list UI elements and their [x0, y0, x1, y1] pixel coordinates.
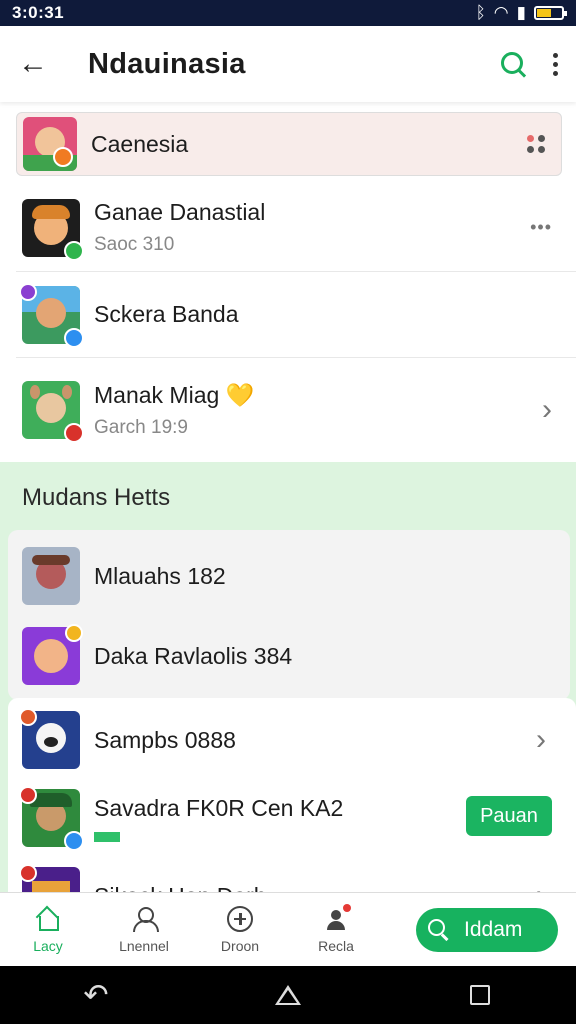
nav-item-channel[interactable]: Lnennel — [96, 906, 192, 954]
group-badge — [19, 864, 37, 882]
system-nav-bar: ↶ — [0, 966, 576, 1024]
status-badge — [64, 327, 84, 348]
more-horiz-icon[interactable]: ••• — [530, 217, 552, 238]
progress-indicator — [94, 831, 120, 842]
nav-item-label: Recla — [318, 937, 354, 954]
app-bar: ← Ndauinasia — [0, 26, 576, 102]
status-time: 3:0:31 — [12, 3, 65, 22]
recents-nav-icon[interactable] — [465, 980, 495, 1010]
page-title: Ndauinasia — [88, 47, 246, 80]
group-badge — [65, 624, 83, 642]
list-item[interactable]: Mlauahs 182 — [16, 540, 556, 612]
list-item-name: Sckera Banda — [94, 301, 239, 327]
avatar — [22, 198, 84, 261]
chevron-right-icon[interactable]: › — [536, 879, 546, 892]
arrow-left-icon[interactable]: ← — [18, 47, 62, 81]
nav-item-label: Lnennel — [119, 937, 169, 954]
list-item[interactable]: Savadra FK0R Cen KA2 Pauan — [16, 780, 564, 856]
home-icon — [35, 906, 61, 932]
nav-item-profile[interactable]: Recla — [288, 903, 384, 954]
avatar — [19, 864, 80, 892]
action-button[interactable]: Pauan — [466, 796, 552, 836]
avatar — [22, 547, 80, 605]
group-badge — [19, 786, 37, 804]
list-item[interactable]: Caenesia — [16, 112, 562, 176]
more-vert-icon[interactable] — [553, 52, 558, 76]
list-item-subtitle: Saoc 310 — [94, 234, 175, 255]
search-icon — [428, 918, 450, 941]
avatar — [22, 624, 83, 685]
user-icon — [131, 906, 159, 932]
status-badge — [64, 240, 84, 261]
list-item-name: Sikack Han Darh — [94, 883, 267, 893]
search-icon[interactable] — [499, 50, 527, 78]
chat-list: Caenesia Ganae Danastial Saoc 310 ••• Sc… — [0, 102, 576, 892]
list-item[interactable]: Sampbs 0888 › — [16, 702, 564, 778]
nav-item-label: Lacy — [33, 937, 63, 954]
section-card: Sampbs 0888 › Savadra FK0R Cen KA2 Pauan — [8, 698, 576, 892]
bluetooth-icon: ᛒ — [475, 3, 486, 22]
nav-item-label: Droon — [220, 937, 260, 954]
wifi-icon: ◠ — [493, 3, 509, 22]
list-item[interactable]: Daka Ravlaolis 384 — [16, 620, 556, 692]
avatar — [23, 117, 77, 171]
list-item-name: Caenesia — [91, 130, 189, 157]
list-item-name: Savadra FK0R Cen KA2 — [94, 794, 344, 821]
status-badge — [53, 147, 73, 167]
nav-item-home[interactable]: Lacy — [0, 906, 96, 954]
bottom-nav: Lacy Lnennel Droon Recla Iddam — [0, 892, 576, 966]
list-item-name: Sampbs 0888 — [94, 726, 236, 753]
list-item-name: Mlauahs 182 — [94, 562, 226, 589]
notification-dot — [343, 903, 351, 912]
list-item[interactable]: Sckera Banda — [16, 272, 576, 358]
status-badge — [64, 831, 84, 851]
avatar — [22, 381, 84, 443]
list-item-name: Manak Miag — [94, 381, 220, 408]
avatar — [19, 708, 80, 769]
person-icon — [323, 903, 351, 932]
section: Mudans Hetts Mlauahs 182 Daka Ravlaolis … — [0, 462, 576, 892]
cta-label: Iddam — [464, 917, 523, 941]
list-item-subtitle: Garch 19:9 — [94, 416, 188, 438]
group-badge — [19, 282, 37, 301]
chevron-right-icon[interactable]: › — [536, 723, 546, 757]
status-icons: ᛒ ◠ ▮ — [475, 3, 567, 23]
avatar — [19, 786, 84, 851]
plus-circle-icon — [227, 905, 253, 932]
nav-item-add[interactable]: Droon — [192, 905, 288, 954]
section-title: Mudans Hetts — [22, 484, 171, 511]
heart-emoji: 💛 — [225, 381, 255, 408]
grid-dots-icon[interactable] — [527, 135, 545, 153]
status-bar: 3:0:31 ᛒ ◠ ▮ — [0, 0, 576, 26]
signal-icon: ▮ — [516, 3, 526, 22]
section-card: Mlauahs 182 Daka Ravlaolis 384 — [8, 530, 570, 700]
list-item-name: Ganae Danastial — [94, 199, 266, 225]
group-badge — [19, 708, 37, 726]
battery-icon — [534, 6, 567, 20]
chevron-right-icon[interactable]: › — [542, 393, 552, 427]
home-nav-icon[interactable] — [273, 980, 303, 1010]
status-badge — [64, 423, 84, 443]
search-cta-button[interactable]: Iddam — [416, 907, 558, 952]
list-item[interactable]: Manak Miag 💛 Garch 19:9 › — [16, 358, 576, 462]
list-item[interactable]: Ganae Danastial Saoc 310 ••• — [16, 184, 576, 272]
avatar — [19, 282, 84, 348]
list-item-name: Daka Ravlaolis 384 — [94, 642, 293, 669]
list-item[interactable]: Sikack Han Darh › — [16, 858, 564, 892]
back-nav-icon[interactable]: ↶ — [81, 979, 111, 1012]
